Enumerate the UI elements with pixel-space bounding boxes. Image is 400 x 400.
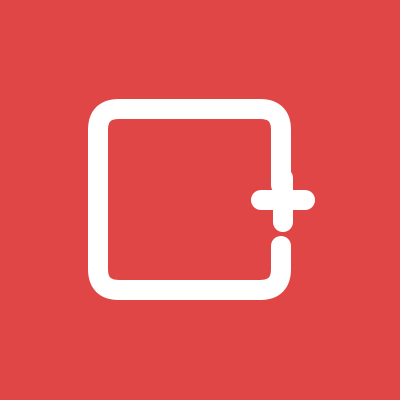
square-plus-icon (0, 0, 400, 400)
icon-background (0, 0, 400, 400)
app-icon-tile (0, 0, 400, 400)
